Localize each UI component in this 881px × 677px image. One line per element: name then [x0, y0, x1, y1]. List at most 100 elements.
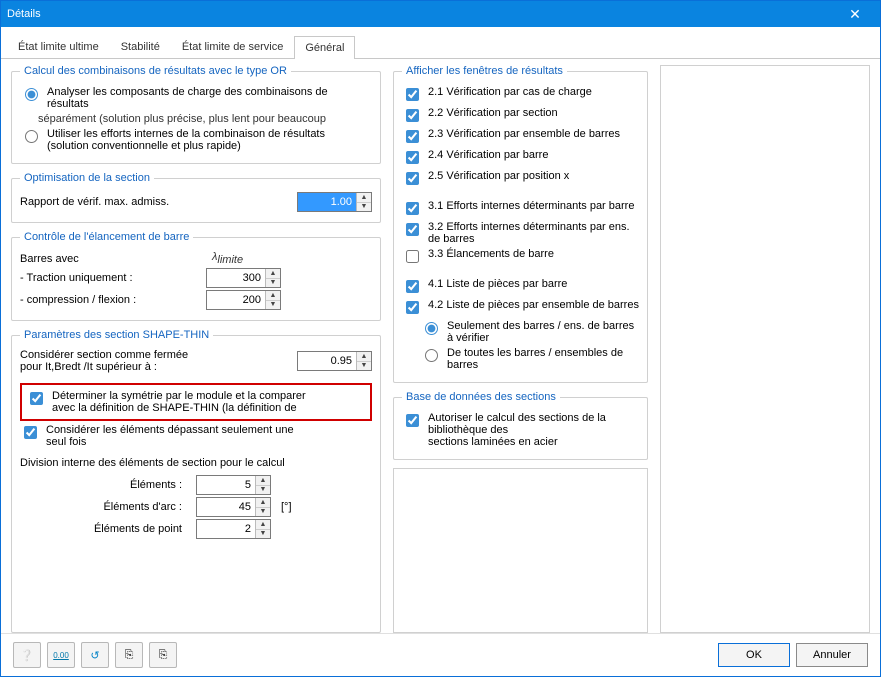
- legend-optimization: Optimisation de la section: [20, 172, 154, 184]
- checkbox-2-3[interactable]: [406, 130, 419, 143]
- elements-label: Éléments :: [20, 479, 190, 491]
- profile-save-button[interactable]: ⎘: [149, 642, 177, 668]
- radio-analyze-separately-label: Analyser les composants de charge des co…: [47, 86, 372, 110]
- closed-section-label: Considérer section comme fermée pour It,…: [20, 349, 291, 373]
- checkbox-3-3[interactable]: [406, 250, 419, 263]
- arc-input-wrap: ▲▼: [196, 497, 271, 517]
- members-with-label: Barres avec: [20, 253, 200, 265]
- label-3-3: 3.3 Élancements de barre: [428, 248, 639, 260]
- traction-label: - Traction uniquement :: [20, 272, 200, 284]
- checkbox-2-2[interactable]: [406, 109, 419, 122]
- closed-ratio-spin[interactable]: ▲▼: [356, 352, 371, 370]
- point-spin[interactable]: ▲▼: [255, 520, 270, 538]
- groupbox-optimization: Optimisation de la section Rapport de vé…: [11, 172, 381, 223]
- compression-input-wrap: ▲▼: [206, 290, 281, 310]
- label-2-5: 2.5 Vérification par position x: [428, 170, 639, 182]
- tab-uls[interactable]: État limite ultime: [7, 35, 110, 58]
- elements-input[interactable]: [197, 476, 255, 494]
- legend-calc-or: Calcul des combinaisons de résultats ave…: [20, 65, 291, 77]
- checkbox-4-2[interactable]: [406, 301, 419, 314]
- traction-spin[interactable]: ▲▼: [265, 269, 280, 287]
- checkbox-consider-protruding[interactable]: [24, 426, 37, 439]
- footer: ❔ 0.00 ↺ ⎘ ⎘ OK Annuler: [1, 633, 880, 676]
- arc-unit: [°]: [281, 501, 292, 513]
- reset-icon: ↺: [90, 649, 99, 662]
- label-4-2: 4.2 Liste de pièces par ensemble de barr…: [428, 299, 639, 311]
- tabs: État limite ultime Stabilité État limite…: [1, 27, 880, 59]
- help-button[interactable]: ❔: [13, 642, 41, 668]
- checkbox-4-1[interactable]: [406, 280, 419, 293]
- dialog-body: Calcul des combinaisons de résultats ave…: [1, 59, 880, 633]
- groupbox-result-windows: Afficher les fenêtres de résultats 2.1 V…: [393, 65, 648, 383]
- ratio-input[interactable]: [298, 193, 356, 211]
- middle-column: Afficher les fenêtres de résultats 2.1 V…: [393, 65, 648, 633]
- analyze-sub: séparément (solution plus précise, plus …: [38, 113, 372, 125]
- label-2-3: 2.3 Vérification par ensemble de barres: [428, 128, 639, 140]
- compression-input[interactable]: [207, 291, 265, 309]
- checkbox-allow-library[interactable]: [406, 414, 419, 427]
- groupbox-section-db: Base de données des sections Autoriser l…: [393, 391, 648, 460]
- groupbox-slenderness: Contrôle de l'élancement de barre Barres…: [11, 231, 381, 321]
- closed-ratio-input-wrap: ▲▼: [297, 351, 372, 371]
- elements-input-wrap: ▲▼: [196, 475, 271, 495]
- label-2-1: 2.1 Vérification par cas de charge: [428, 86, 639, 98]
- tab-stability[interactable]: Stabilité: [110, 35, 171, 58]
- checkbox-determine-symmetry-label: Déterminer la symétrie par le module et …: [52, 390, 366, 414]
- division-heading: Division interne des éléments de section…: [20, 457, 372, 469]
- compression-label: - compression / flexion :: [20, 294, 200, 306]
- tab-general[interactable]: Général: [294, 36, 355, 59]
- label-3-2: 3.2 Efforts internes déterminants par en…: [428, 221, 639, 245]
- groupbox-shapethin: Paramètres des section SHAPE-THIN Consid…: [11, 329, 381, 633]
- checkbox-2-4[interactable]: [406, 151, 419, 164]
- checkbox-determine-symmetry[interactable]: [30, 392, 43, 405]
- details-dialog: Détails ✕ État limite ultime Stabilité É…: [0, 0, 881, 677]
- profile-load-icon: ⎘: [125, 649, 134, 662]
- titlebar: Détails ✕: [1, 1, 880, 27]
- checkbox-2-1[interactable]: [406, 88, 419, 101]
- radio-all-members[interactable]: [425, 349, 438, 362]
- precision-button[interactable]: 0.00: [47, 642, 75, 668]
- legend-result-windows: Afficher les fenêtres de résultats: [402, 65, 567, 77]
- label-3-1: 3.1 Efforts internes déterminants par ba…: [428, 200, 639, 212]
- symmetry-highlight: Déterminer la symétrie par le module et …: [20, 383, 372, 421]
- info-panel: [393, 468, 648, 633]
- point-input[interactable]: [197, 520, 255, 538]
- elements-spin[interactable]: ▲▼: [255, 476, 270, 494]
- label-2-4: 2.4 Vérification par barre: [428, 149, 639, 161]
- preview-panel: [660, 65, 870, 633]
- arc-input[interactable]: [197, 498, 255, 516]
- point-input-wrap: ▲▼: [196, 519, 271, 539]
- checkbox-3-2[interactable]: [406, 223, 419, 236]
- ok-button[interactable]: OK: [718, 643, 790, 667]
- legend-shapethin: Paramètres des section SHAPE-THIN: [20, 329, 213, 341]
- lambda-label: λlimite: [206, 251, 243, 266]
- checkbox-3-1[interactable]: [406, 202, 419, 215]
- checkbox-2-5[interactable]: [406, 172, 419, 185]
- profile-load-button[interactable]: ⎘: [115, 642, 143, 668]
- tab-sls[interactable]: État limite de service: [171, 35, 294, 58]
- legend-slenderness: Contrôle de l'élancement de barre: [20, 231, 193, 243]
- radio-use-internal-forces[interactable]: [25, 130, 38, 143]
- arc-spin[interactable]: ▲▼: [255, 498, 270, 516]
- checkbox-consider-protruding-label: Considérer les éléments dépassant seulem…: [46, 424, 372, 448]
- profile-save-icon: ⎘: [159, 649, 168, 662]
- traction-input[interactable]: [207, 269, 265, 287]
- precision-icon: 0.00: [53, 651, 69, 660]
- cancel-button[interactable]: Annuler: [796, 643, 868, 667]
- groupbox-calc-or: Calcul des combinaisons de résultats ave…: [11, 65, 381, 164]
- right-column: [660, 65, 870, 633]
- label-2-2: 2.2 Vérification par section: [428, 107, 639, 119]
- label-only-members: Seulement des barres / ens. de barres à …: [447, 320, 639, 344]
- compression-spin[interactable]: ▲▼: [265, 291, 280, 309]
- radio-only-members[interactable]: [425, 322, 438, 335]
- closed-ratio-input[interactable]: [298, 352, 356, 370]
- radio-use-internal-forces-label: Utiliser les efforts internes de la comb…: [47, 128, 372, 152]
- reset-button[interactable]: ↺: [81, 642, 109, 668]
- ratio-spin[interactable]: ▲▼: [356, 193, 371, 211]
- ratio-input-wrap: ▲▼: [297, 192, 372, 212]
- left-column: Calcul des combinaisons de résultats ave…: [11, 65, 381, 633]
- radio-analyze-separately[interactable]: [25, 88, 38, 101]
- label-allow-library: Autoriser le calcul des sections de la b…: [428, 412, 639, 448]
- legend-section-db: Base de données des sections: [402, 391, 560, 403]
- close-icon[interactable]: ✕: [836, 6, 874, 23]
